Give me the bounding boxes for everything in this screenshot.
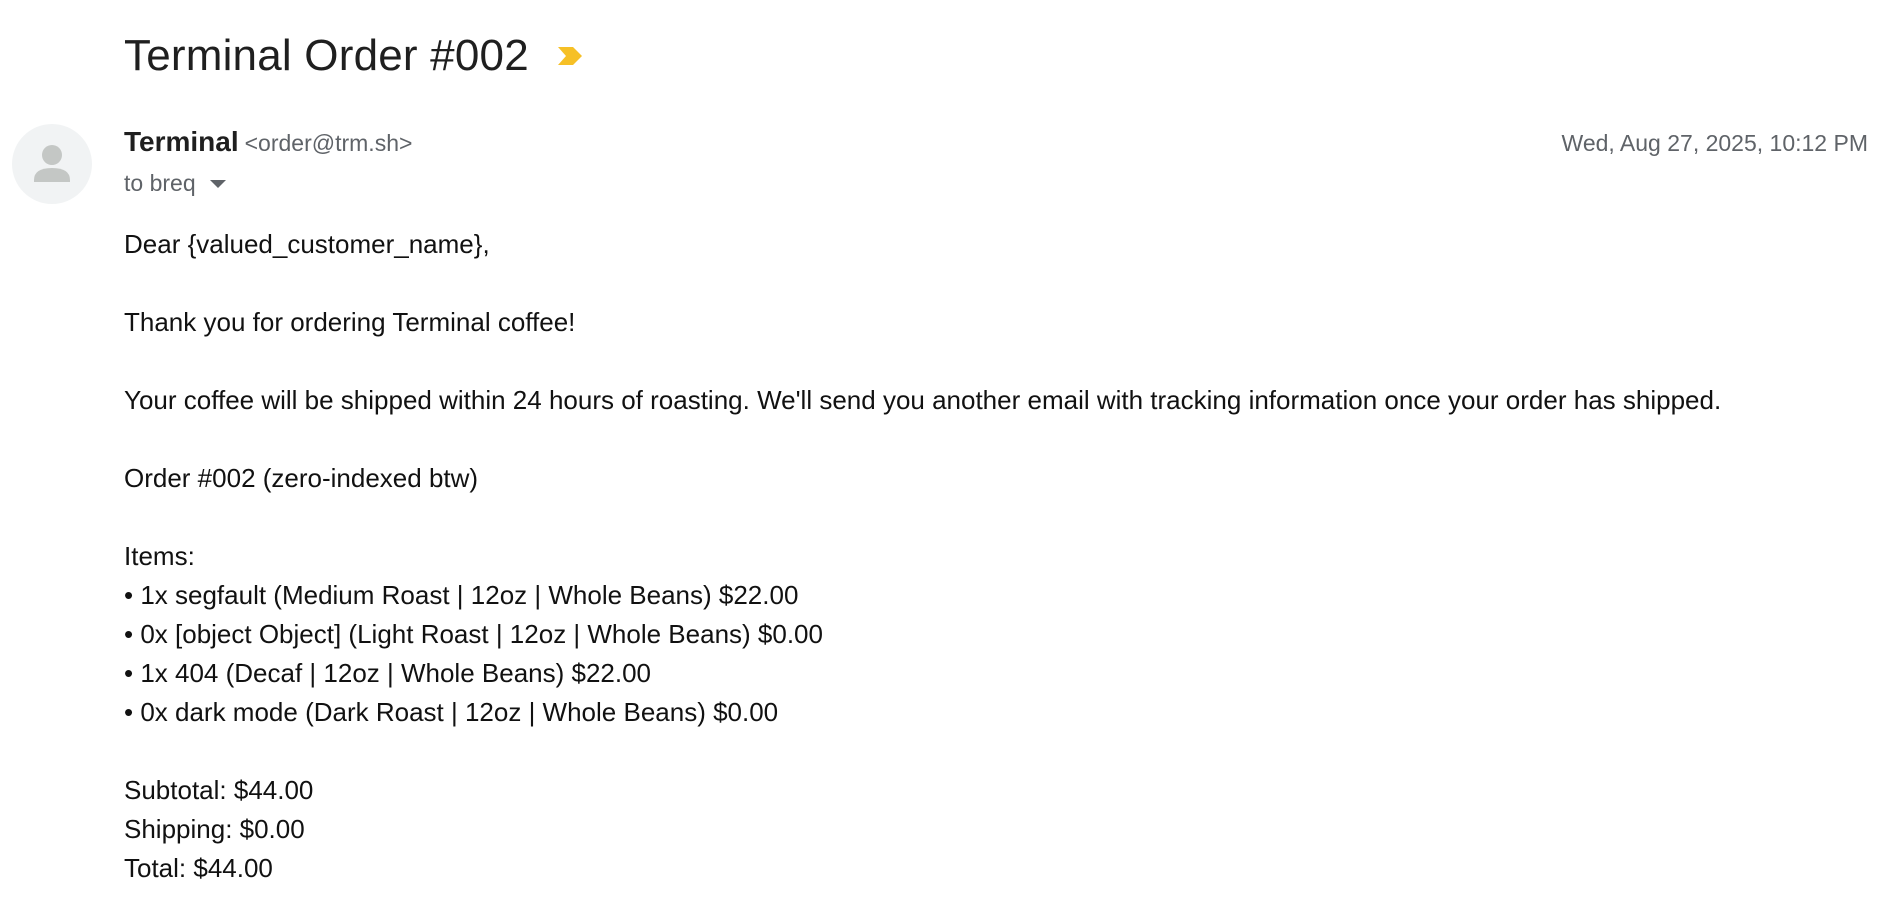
sender-avatar[interactable]	[12, 124, 92, 204]
importance-marker-icon[interactable]	[555, 44, 585, 68]
thanks-line: Thank you for ordering Terminal coffee!	[124, 307, 576, 337]
shipping-note: Your coffee will be shipped within 24 ho…	[124, 385, 1722, 415]
total-line: Total: $44.00	[124, 853, 273, 883]
order-item: • 1x segfault (Medium Roast | 12oz | Who…	[124, 580, 799, 610]
subject-row: Terminal Order #002	[124, 26, 585, 86]
email-subject: Terminal Order #002	[124, 31, 529, 80]
email-date: Wed, Aug 27, 2025, 10:12 PM	[1561, 130, 1868, 156]
sender-email[interactable]: <order@trm.sh>	[245, 130, 413, 157]
shipping-line: Shipping: $0.00	[124, 814, 305, 844]
order-item: • 1x 404 (Decaf | 12oz | Whole Beans) $2…	[124, 658, 652, 688]
items-header: Items:	[124, 541, 195, 571]
chevron-down-icon[interactable]	[209, 179, 226, 188]
person-icon	[34, 145, 70, 182]
email-view: Terminal Order #002 Terminal <order@trm.…	[0, 0, 1886, 904]
sender-info: Terminal <order@trm.sh>	[124, 126, 412, 158]
recipient-details-toggle[interactable]: to breq	[124, 170, 226, 197]
greeting: Dear {valued_customer_name},	[124, 229, 490, 259]
sender-name[interactable]: Terminal	[124, 126, 239, 158]
email-body: Dear {valued_customer_name}, Thank you f…	[124, 225, 1844, 888]
order-item: • 0x dark mode (Dark Roast | 12oz | Whol…	[124, 697, 779, 727]
order-item: • 0x [object Object] (Light Roast | 12oz…	[124, 619, 823, 649]
subtotal-line: Subtotal: $44.00	[124, 775, 314, 805]
recipient-label: to breq	[124, 170, 196, 196]
order-number-line: Order #002 (zero-indexed btw)	[124, 463, 479, 493]
